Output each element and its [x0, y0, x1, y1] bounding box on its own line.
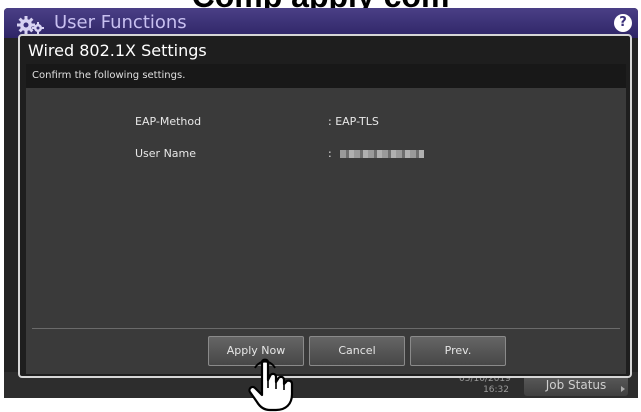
job-status-label: Job Status	[545, 378, 607, 392]
hand-pointer-icon	[248, 358, 294, 412]
time-text: 16:32	[483, 385, 509, 395]
instruction-bar: Confirm the following settings.	[26, 64, 626, 88]
prev-button[interactable]: Prev.	[410, 336, 506, 366]
user-name-label: User Name	[135, 147, 197, 160]
user-name-colon: :	[328, 147, 332, 160]
app-title: User Functions	[54, 12, 187, 33]
caption-text: Comp apply com	[0, 0, 641, 8]
cancel-button[interactable]: Cancel	[309, 336, 405, 366]
user-name-value: :	[328, 146, 424, 162]
redacted-value	[339, 150, 424, 158]
chevron-right-icon	[621, 386, 625, 392]
help-icon[interactable]: ?	[614, 14, 632, 32]
dialog-title: Wired 802.1X Settings	[28, 41, 207, 60]
eap-method-label: EAP-Method	[135, 115, 202, 128]
gear-icon	[17, 16, 44, 34]
instruction-text: Confirm the following settings.	[32, 70, 186, 81]
settings-dialog: Wired 802.1X Settings Confirm the follow…	[18, 34, 632, 378]
dialog-body: Confirm the following settings. EAP-Meth…	[26, 64, 626, 374]
eap-method-value: : EAP-TLS	[328, 115, 379, 128]
divider	[32, 328, 620, 329]
